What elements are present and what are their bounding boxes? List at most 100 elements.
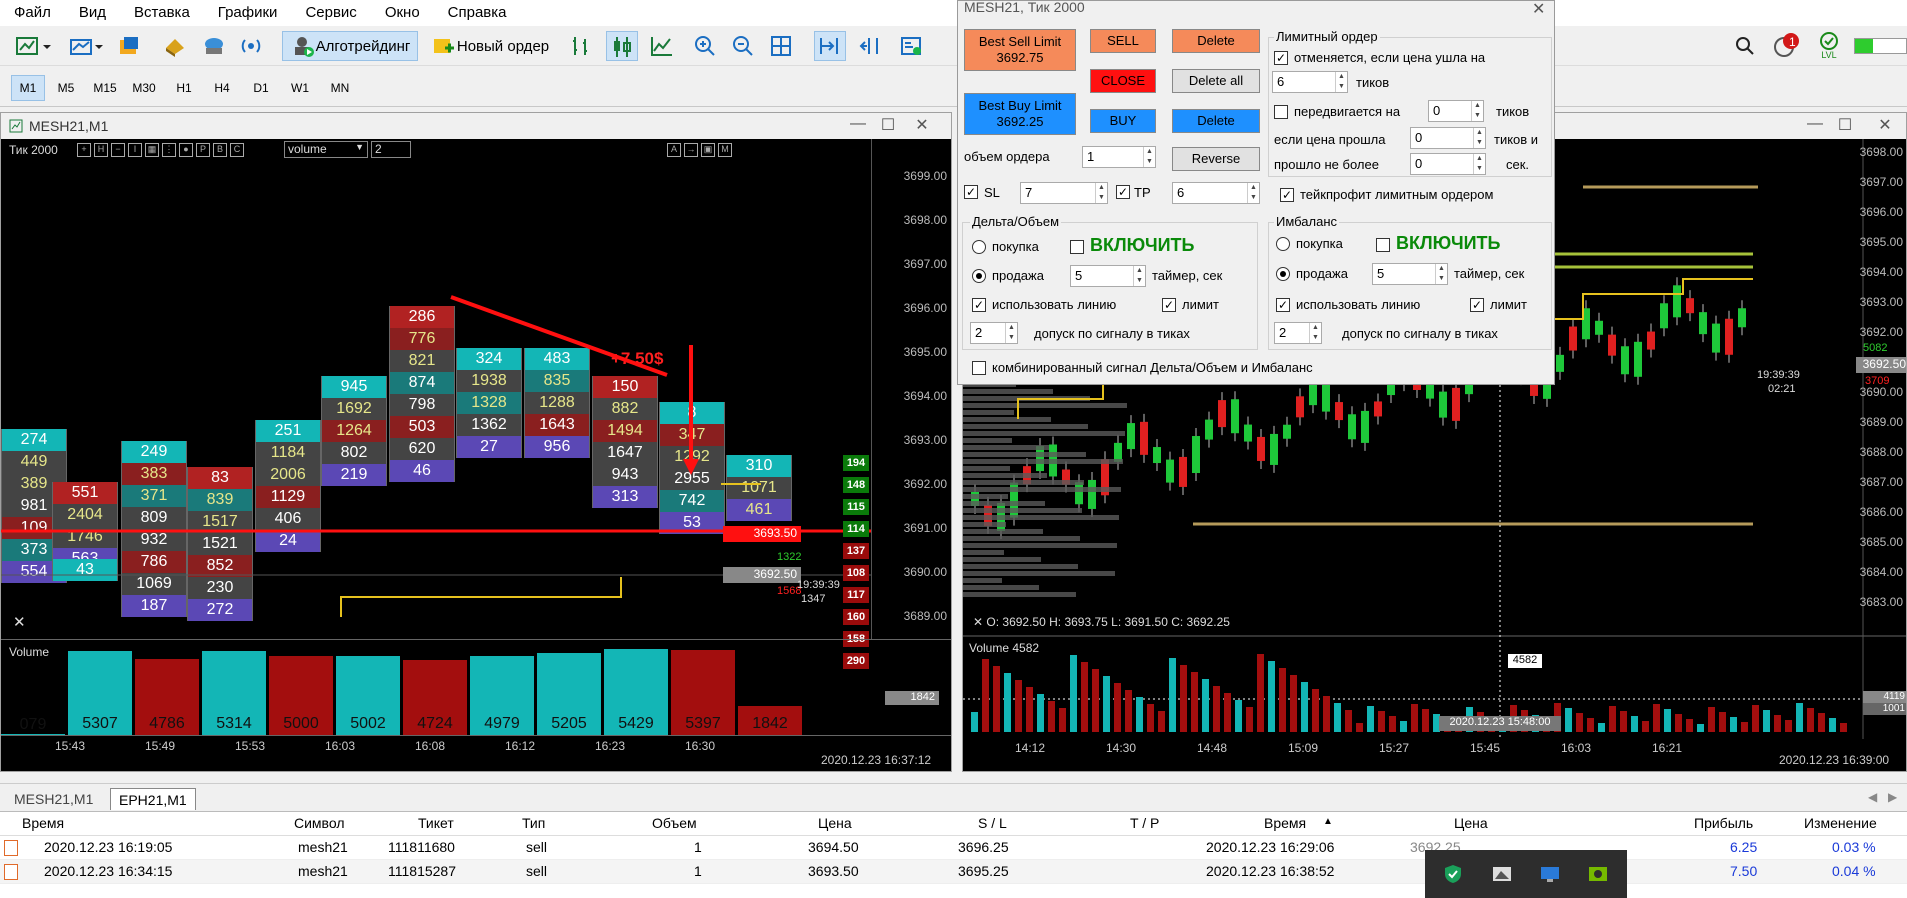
bar-chart-button[interactable] [566,31,598,61]
best-sell-limit-button[interactable]: Best Sell Limit 3692.75 [964,29,1076,71]
tile-windows-button[interactable] [766,31,796,61]
chart-shift-button[interactable] [854,31,886,61]
tab-scroll-right-icon[interactable]: ▶ [1888,790,1897,804]
no-more-input[interactable]: 0 ▲ ▼ [1410,153,1486,175]
buy-button[interactable]: BUY [1090,109,1156,133]
minimize-button[interactable]: — [845,115,871,133]
imb-buy-radio[interactable] [1276,237,1290,251]
delete-sell-button[interactable]: Delete [1172,29,1260,53]
col-sl[interactable]: S / L [978,812,1007,834]
delete-all-button[interactable]: Delete all [1172,69,1260,93]
delta-tolerance-input[interactable]: 2 ▲ ▼ [970,322,1018,344]
timeframe-m1[interactable]: M1 [11,75,45,101]
moves-stepper-icon[interactable]: ▲ ▼ [1471,101,1483,121]
tab-eph21[interactable]: EPH21,M1 [110,788,196,810]
templates-button[interactable] [896,31,928,61]
reverse-button[interactable]: Reverse [1172,147,1260,171]
delta-use-line-checkbox[interactable]: ✓ [972,298,986,312]
right-maximize-button[interactable]: ☐ [1832,115,1858,135]
delta-tolerance-stepper-icon[interactable]: ▲ ▼ [1005,323,1017,343]
delta-timer-input[interactable]: 5 ▲ ▼ [1070,265,1146,287]
right-minimize-button[interactable]: — [1802,115,1828,133]
col-open-time[interactable]: Время [22,812,64,834]
col-ticket[interactable]: Тикет [418,812,454,834]
cancel-stepper-icon[interactable]: ▲ ▼ [1335,72,1347,92]
candle-chart-button[interactable] [606,31,638,61]
maximize-button[interactable]: ☐ [875,115,901,135]
zoom-out-button[interactable] [728,31,758,61]
cancel-input[interactable]: 6 ▲ ▼ [1272,71,1348,93]
menu-window[interactable]: Окно [371,0,434,26]
delete-buy-button[interactable]: Delete [1172,109,1260,133]
delta-sell-radio[interactable] [972,269,986,283]
notifications-button[interactable]: 1 [1770,31,1804,61]
algotrading-button[interactable]: Алготрейдинг [282,31,418,61]
timeframe-h1[interactable]: H1 [167,75,201,101]
col-volume[interactable]: Объем [652,812,697,834]
moves-input[interactable]: 0 ▲ ▼ [1428,100,1484,122]
new-order-button[interactable]: Новый ордер [424,31,556,61]
right-tools-icon[interactable]: ✕ [973,615,986,629]
zoom-in-button[interactable] [690,31,720,61]
new-chart-button[interactable] [10,31,56,61]
col-type[interactable]: Тип [522,812,545,834]
right-close-button[interactable]: ✕ [1872,115,1898,135]
left-chart-area[interactable]: Тик 2000 + H − I ▦ ⋮ ● P B C volume ▼ 2 A… [1,139,951,771]
autoscroll-button[interactable] [814,31,846,61]
signals-button[interactable] [236,31,266,61]
imb-sell-radio[interactable] [1276,267,1290,281]
if-passed-input[interactable]: 0 ▲ ▼ [1410,127,1486,149]
col-change[interactable]: Изменение [1804,812,1877,834]
close-position-button[interactable]: CLOSE [1090,69,1156,93]
volume-stepper-icon[interactable]: ▲ ▼ [1143,147,1155,167]
market-watch-button[interactable] [114,31,144,61]
menu-charts[interactable]: Графики [204,0,292,26]
imb-use-line-checkbox[interactable]: ✓ [1276,298,1290,312]
tab-scroll-left-icon[interactable]: ◀ [1868,790,1877,804]
tab-mesh21[interactable]: MESH21,M1 [6,788,101,810]
imb-timer-input[interactable]: 5 ▲ ▼ [1372,263,1448,285]
shield-icon[interactable] [1443,864,1463,884]
delta-enable-checkbox[interactable] [1070,240,1084,254]
best-buy-limit-button[interactable]: Best Buy Limit 3692.25 [964,93,1076,135]
search-button[interactable] [1730,31,1760,61]
if-passed-stepper-icon[interactable]: ▲ ▼ [1473,128,1485,148]
lvl-button[interactable]: LVL [1812,31,1846,61]
sl-checkbox[interactable]: ✓ [964,185,978,199]
combined-signal-checkbox[interactable] [972,361,986,375]
col-tp[interactable]: T / P [1130,812,1159,834]
timeframe-d1[interactable]: D1 [244,75,278,101]
col-open-price[interactable]: Цена [818,812,852,834]
cancel-checkbox[interactable]: ✓ [1274,51,1288,65]
timeframe-w1[interactable]: W1 [283,75,317,101]
delta-limit-checkbox[interactable]: ✓ [1162,298,1176,312]
timeframe-m5[interactable]: M5 [49,75,83,101]
tray-monitor-icon[interactable] [1539,864,1561,884]
imb-tolerance-input[interactable]: 2 ▲ ▼ [1274,322,1322,344]
menu-help[interactable]: Справка [434,0,521,26]
timeframe-m15[interactable]: M15 [88,75,122,101]
col-profit[interactable]: Прибыль [1694,812,1753,834]
line-chart-button[interactable] [646,31,678,61]
moves-checkbox[interactable] [1274,105,1288,119]
col-price[interactable]: Цена [1454,812,1488,834]
imb-enable-checkbox[interactable] [1376,238,1390,252]
imb-tolerance-stepper-icon[interactable]: ▲ ▼ [1309,323,1321,343]
delta-buy-radio[interactable] [972,240,986,254]
col-symbol[interactable]: Символ [294,812,344,834]
imb-timer-stepper-icon[interactable]: ▲ ▼ [1435,264,1447,284]
tp-limit-checkbox[interactable]: ✓ [1280,188,1294,202]
close-button[interactable]: ✕ [909,115,935,135]
sell-button[interactable]: SELL [1090,29,1156,53]
delta-timer-stepper-icon[interactable]: ▲ ▼ [1133,266,1145,286]
navigator-button[interactable] [160,31,190,61]
col-close-time[interactable]: Время [1264,812,1306,834]
menu-file[interactable]: Файл [0,0,65,26]
terminal-button[interactable] [198,31,228,61]
dialog-close-button[interactable]: ✕ [1532,0,1545,19]
menu-service[interactable]: Сервис [291,0,370,26]
timeframe-m30[interactable]: M30 [127,75,161,101]
imb-limit-checkbox[interactable]: ✓ [1470,298,1484,312]
tp-checkbox[interactable]: ✓ [1116,185,1130,199]
menu-view[interactable]: Вид [65,0,120,26]
